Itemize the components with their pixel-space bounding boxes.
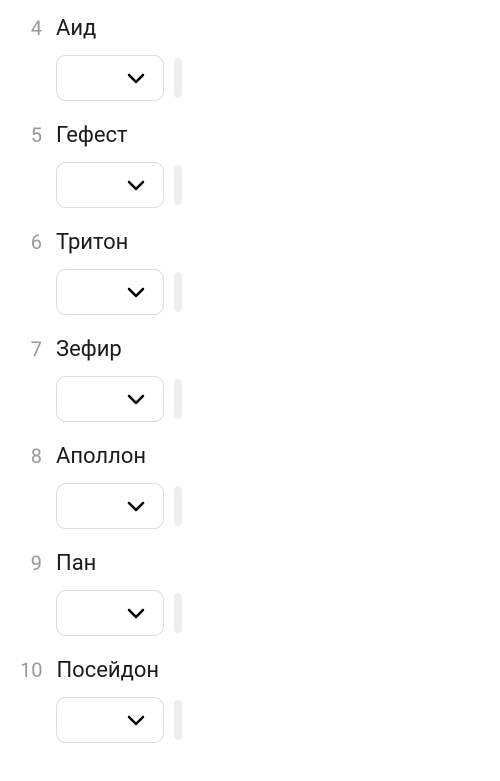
answer-dropdown[interactable]: [56, 55, 164, 101]
question-header: 10 Посейдон: [20, 658, 480, 683]
dropdown-row: [56, 697, 480, 743]
drag-handle[interactable]: [174, 58, 182, 98]
chevron-down-icon: [127, 608, 145, 619]
question-item: 5 Гефест: [20, 123, 480, 208]
question-label: Зефир: [56, 337, 122, 362]
question-number: 5: [20, 123, 42, 147]
question-label: Тритон: [56, 230, 128, 255]
dropdown-row: [56, 269, 480, 315]
drag-handle[interactable]: [174, 272, 182, 312]
question-item: 10 Посейдон: [20, 658, 480, 743]
question-header: 7 Зефир: [20, 337, 480, 362]
question-header: 8 Аполлон: [20, 444, 480, 469]
answer-dropdown[interactable]: [56, 162, 164, 208]
question-header: 5 Гефест: [20, 123, 480, 148]
dropdown-row: [56, 55, 480, 101]
question-header: 6 Тритон: [20, 230, 480, 255]
question-item: 6 Тритон: [20, 230, 480, 315]
question-number: 7: [20, 337, 42, 361]
answer-dropdown[interactable]: [56, 697, 164, 743]
question-label: Гефест: [56, 123, 128, 148]
dropdown-row: [56, 483, 480, 529]
question-label: Пан: [56, 551, 96, 576]
question-number: 8: [20, 444, 42, 468]
question-header: 9 Пан: [20, 551, 480, 576]
chevron-down-icon: [127, 501, 145, 512]
question-header: 4 Аид: [20, 16, 480, 41]
question-item: 7 Зефир: [20, 337, 480, 422]
question-number: 6: [20, 230, 42, 254]
dropdown-row: [56, 376, 480, 422]
question-list: 4 Аид 5 Гефест 6 Тритон 7 Зефир 8 Аполлон 9 Пан 10 По…: [20, 16, 480, 743]
question-label: Посейдон: [56, 658, 159, 683]
question-item: 8 Аполлон: [20, 444, 480, 529]
drag-handle[interactable]: [174, 486, 182, 526]
question-number: 9: [20, 551, 42, 575]
question-label: Аид: [56, 16, 96, 41]
answer-dropdown[interactable]: [56, 376, 164, 422]
chevron-down-icon: [127, 394, 145, 405]
chevron-down-icon: [127, 287, 145, 298]
drag-handle[interactable]: [174, 700, 182, 740]
question-item: 4 Аид: [20, 16, 480, 101]
answer-dropdown[interactable]: [56, 590, 164, 636]
chevron-down-icon: [127, 73, 145, 84]
dropdown-row: [56, 162, 480, 208]
chevron-down-icon: [127, 180, 145, 191]
question-number: 10: [20, 658, 42, 682]
drag-handle[interactable]: [174, 165, 182, 205]
question-item: 9 Пан: [20, 551, 480, 636]
drag-handle[interactable]: [174, 593, 182, 633]
answer-dropdown[interactable]: [56, 269, 164, 315]
question-label: Аполлон: [56, 444, 146, 469]
answer-dropdown[interactable]: [56, 483, 164, 529]
question-number: 4: [20, 16, 42, 40]
drag-handle[interactable]: [174, 379, 182, 419]
dropdown-row: [56, 590, 480, 636]
chevron-down-icon: [127, 715, 145, 726]
